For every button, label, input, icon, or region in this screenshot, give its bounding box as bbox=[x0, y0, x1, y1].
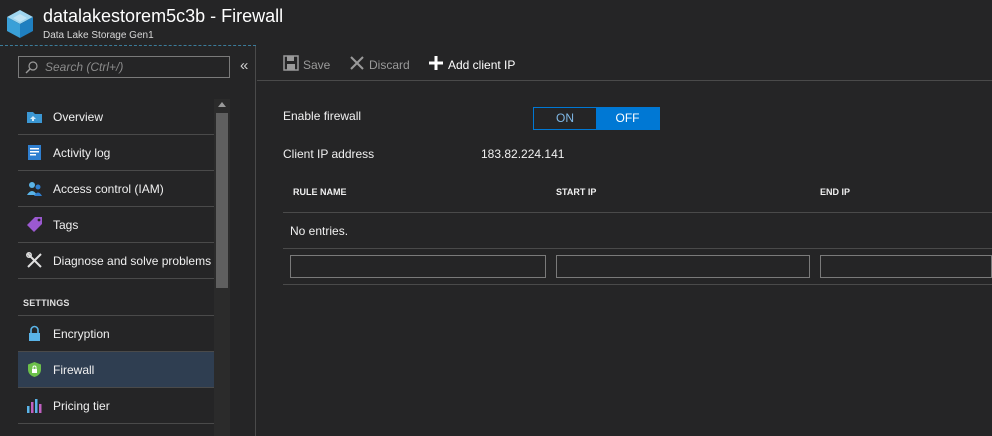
client-ip-value: 183.82.224.141 bbox=[481, 147, 565, 161]
sidebar-item-label: Activity log bbox=[53, 146, 111, 160]
start-ip-input[interactable] bbox=[556, 255, 810, 278]
access-control-icon bbox=[27, 182, 42, 196]
command-bar: Save Discard Add client IP bbox=[257, 46, 992, 81]
sidebar-item-label: Pricing tier bbox=[53, 399, 110, 413]
sidebar-item-firewall[interactable]: Firewall bbox=[18, 352, 214, 388]
menu-list: Overview Activity log Access control (IA… bbox=[18, 99, 214, 424]
sidebar-item-label: Diagnose and solve problems bbox=[53, 254, 212, 268]
toggle-off-option[interactable]: OFF bbox=[596, 108, 659, 129]
sidebar-item-tags[interactable]: Tags bbox=[18, 207, 214, 243]
scroll-up-arrow-icon[interactable] bbox=[218, 102, 226, 107]
menu-scrollbar[interactable] bbox=[214, 99, 230, 436]
column-header-start-ip: START IP bbox=[556, 187, 597, 197]
page-subtitle: Data Lake Storage Gen1 bbox=[43, 30, 154, 41]
firewall-blade: Save Discard Add client IP Enable firewa… bbox=[257, 46, 992, 436]
page-title: datalakestorem5c3b - Firewall bbox=[43, 6, 284, 26]
add-client-ip-label: Add client IP bbox=[448, 58, 516, 72]
table-header-divider bbox=[283, 212, 992, 213]
table-row-divider bbox=[283, 248, 992, 249]
sidebar-item-diagnose[interactable]: Diagnose and solve problems bbox=[18, 243, 214, 279]
wrench-icon bbox=[26, 252, 42, 268]
toggle-on-option[interactable]: ON bbox=[534, 108, 596, 129]
pricing-chart-icon bbox=[27, 399, 42, 413]
rule-name-input[interactable] bbox=[290, 255, 546, 278]
tag-icon bbox=[27, 217, 42, 232]
blade-header: datalakestorem5c3b - Firewall Data Lake … bbox=[0, 0, 992, 45]
sidebar-item-label: Firewall bbox=[53, 363, 95, 377]
shield-icon bbox=[28, 362, 41, 377]
plus-icon bbox=[429, 56, 443, 70]
search-icon bbox=[25, 61, 38, 74]
sidebar-item-label: Access control (IAM) bbox=[53, 182, 164, 196]
firewall-toggle[interactable]: ON OFF bbox=[533, 107, 660, 130]
search-box[interactable] bbox=[18, 56, 230, 78]
sidebar-item-access-control[interactable]: Access control (IAM) bbox=[18, 171, 214, 207]
activity-log-icon bbox=[28, 145, 41, 160]
sidebar-item-pricing-tier[interactable]: Pricing tier bbox=[18, 388, 214, 424]
discard-button[interactable]: Discard bbox=[349, 55, 411, 73]
collapse-menu-button[interactable]: « bbox=[240, 57, 248, 74]
sidebar-item-activity-log[interactable]: Activity log bbox=[18, 135, 214, 171]
table-bottom-divider bbox=[283, 284, 992, 285]
sidebar-item-label: Encryption bbox=[53, 327, 110, 341]
sidebar-item-label: Overview bbox=[53, 110, 104, 124]
save-label: Save bbox=[303, 58, 331, 72]
sidebar-item-label: Tags bbox=[53, 218, 79, 232]
search-input[interactable] bbox=[45, 58, 225, 76]
discard-icon bbox=[350, 56, 364, 70]
column-header-end-ip: END IP bbox=[820, 187, 851, 197]
scroll-thumb[interactable] bbox=[216, 113, 228, 288]
overview-icon bbox=[27, 112, 42, 123]
end-ip-input[interactable] bbox=[820, 255, 992, 278]
sidebar-item-overview[interactable]: Overview bbox=[18, 99, 214, 135]
section-label: SETTINGS bbox=[23, 298, 70, 308]
sidebar-item-encryption[interactable]: Encryption bbox=[18, 316, 214, 352]
column-header-rule-name: RULE NAME bbox=[293, 187, 347, 197]
resource-menu: « Overview Activity log bbox=[0, 46, 256, 436]
add-client-ip-button[interactable]: Add client IP bbox=[428, 55, 520, 73]
settings-section-header: SETTINGS bbox=[18, 279, 214, 316]
data-lake-cube-icon bbox=[7, 10, 33, 38]
discard-label: Discard bbox=[369, 58, 410, 72]
enable-firewall-label: Enable firewall bbox=[283, 109, 362, 123]
save-icon bbox=[283, 55, 299, 71]
empty-table-message: No entries. bbox=[290, 224, 349, 238]
lock-icon bbox=[29, 325, 40, 341]
save-button[interactable]: Save bbox=[283, 55, 333, 73]
client-ip-label: Client IP address bbox=[283, 147, 375, 161]
